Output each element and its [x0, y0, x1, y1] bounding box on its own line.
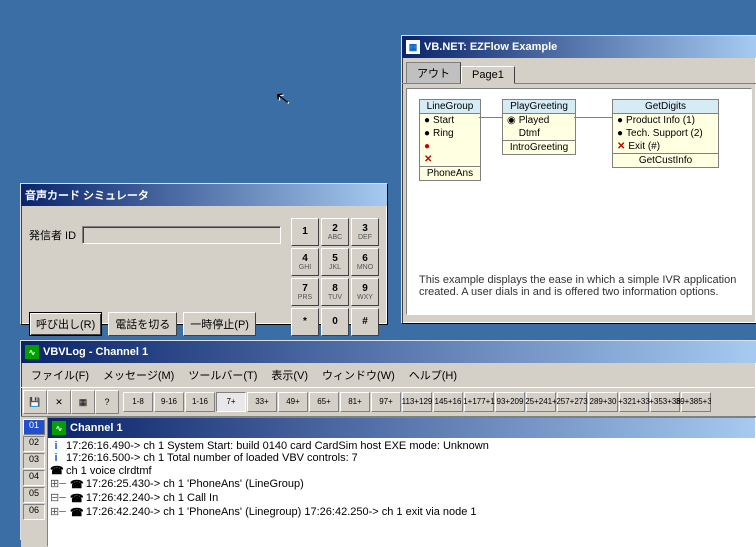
channel-select-05[interactable]: 05: [23, 487, 45, 503]
key-5[interactable]: 5JKL: [321, 248, 349, 276]
key-#[interactable]: #: [351, 308, 379, 336]
menu-view[interactable]: 表示(V): [265, 365, 314, 385]
keypad: 12ABC3DEF 4GHI5JKL6MNO 7PRS8TUV9WXY *0#: [291, 218, 379, 336]
log-line[interactable]: i17:26:16.500-> ch 1 Total number of loa…: [50, 452, 753, 464]
info-icon: i: [50, 440, 62, 452]
simulator-window: 音声カード シミュレータ 発信者 ID 呼び出し(R) 電話を切る 一時停止(P…: [20, 183, 388, 325]
hangup-button[interactable]: 電話を切る: [108, 312, 177, 336]
key-*[interactable]: *: [291, 308, 319, 336]
channel-range-button[interactable]: 1+177+1: [464, 392, 494, 412]
log-panel: ∿ Channel 1 i17:26:16.490-> ch 1 System …: [47, 417, 756, 547]
tab-out[interactable]: アウト: [406, 62, 461, 84]
menu-toolbar[interactable]: ツールバー(T): [182, 365, 263, 385]
channel-range-button[interactable]: 1-8: [123, 392, 153, 412]
channel-range-button[interactable]: 65+: [309, 392, 339, 412]
key-7[interactable]: 7PRS: [291, 278, 319, 306]
delete-button[interactable]: ✕: [47, 390, 71, 414]
connector: [479, 117, 502, 118]
dial-button[interactable]: 呼び出し(R): [29, 312, 102, 336]
window-title: VB.NET: EZFlow Example: [424, 41, 557, 53]
flow-canvas[interactable]: LineGroup ●Start ●Ring ● ✕ PhoneAns Play…: [406, 88, 752, 315]
pause-button[interactable]: 一時停止(P): [183, 312, 256, 336]
channel-range-button[interactable]: 257+273: [557, 392, 587, 412]
key-0[interactable]: 0: [321, 308, 349, 336]
key-8[interactable]: 8TUV: [321, 278, 349, 306]
toolbar: 💾 ✕ ▦ ? 1-89-161-167+33+49+65+81+97+113+…: [21, 387, 756, 417]
channel-range-button[interactable]: 49+: [278, 392, 308, 412]
log-line[interactable]: ⊞─☎17:26:25.430-> ch 1 'PhoneAns' (LineG…: [50, 477, 753, 491]
channel-select-01[interactable]: 01: [23, 419, 45, 435]
window-title: 音声カード シミュレータ: [25, 187, 149, 203]
key-3[interactable]: 3DEF: [351, 218, 379, 246]
phone-icon: ☎: [70, 478, 82, 491]
node-getdigits[interactable]: GetDigits ●Product Info (1) ●Tech. Suppo…: [612, 99, 719, 168]
panel-title: Channel 1: [70, 422, 123, 434]
menu-help[interactable]: ヘルプ(H): [403, 365, 463, 385]
app-icon: ∿: [25, 345, 39, 359]
vbvlog-titlebar[interactable]: ∿ VBVLog - Channel 1: [21, 341, 756, 363]
channel-range-button[interactable]: 7+: [216, 392, 246, 412]
save-button[interactable]: 💾: [23, 390, 47, 414]
key-2[interactable]: 2ABC: [321, 218, 349, 246]
log-line[interactable]: ⊟─☎17:26:42.240-> ch 1 Call In: [50, 491, 753, 505]
key-9[interactable]: 9WXY: [351, 278, 379, 306]
phone-icon: ☎: [70, 506, 82, 519]
help-button[interactable]: ?: [95, 390, 119, 414]
simulator-titlebar[interactable]: 音声カード シミュレータ: [21, 184, 387, 206]
channel-range-button[interactable]: 25+241+: [526, 392, 556, 412]
caller-id-input[interactable]: [82, 226, 281, 244]
app-icon: ▦: [406, 40, 420, 54]
phone-icon: ☎: [50, 464, 62, 477]
caller-id-label: 発信者 ID: [29, 227, 76, 243]
connector: [574, 117, 612, 118]
channel-select-04[interactable]: 04: [23, 470, 45, 486]
channel-select-02[interactable]: 02: [23, 436, 45, 452]
example-caption: This example displays the ease in which …: [419, 274, 739, 298]
mouse-cursor: [274, 87, 292, 110]
menubar: ファイル(F) メッセージ(M) ツールバー(T) 表示(V) ウィンドウ(W)…: [21, 363, 756, 387]
log-line[interactable]: ⊞─☎17:26:42.240-> ch 1 'PhoneAns' (Lineg…: [50, 505, 753, 519]
channel-range-button[interactable]: 93+209: [495, 392, 525, 412]
vbvlog-window: ∿ VBVLog - Channel 1 ファイル(F) メッセージ(M) ツー…: [20, 340, 756, 540]
key-6[interactable]: 6MNO: [351, 248, 379, 276]
phone-icon: ☎: [70, 492, 82, 505]
menu-window[interactable]: ウィンドウ(W): [316, 365, 401, 385]
node-linegroup[interactable]: LineGroup ●Start ●Ring ● ✕ PhoneAns: [419, 99, 481, 181]
channel-range-button[interactable]: 113+129: [402, 392, 432, 412]
channel-select-06[interactable]: 06: [23, 504, 45, 520]
channel-range-button[interactable]: 289+30: [588, 392, 618, 412]
channel-range-button[interactable]: 97+: [371, 392, 401, 412]
info-icon: i: [50, 452, 62, 464]
channel-range-button[interactable]: 145+16: [433, 392, 463, 412]
channel-select-03[interactable]: 03: [23, 453, 45, 469]
log-lines[interactable]: i17:26:16.490-> ch 1 System Start: build…: [48, 438, 755, 546]
menu-file[interactable]: ファイル(F): [25, 365, 95, 385]
menu-message[interactable]: メッセージ(M): [97, 365, 180, 385]
channel-range-button[interactable]: 9-16: [154, 392, 184, 412]
channel-range-button[interactable]: 33+: [247, 392, 277, 412]
key-4[interactable]: 4GHI: [291, 248, 319, 276]
tab-page1[interactable]: Page1: [461, 66, 515, 84]
ezflow-titlebar[interactable]: ▦ VB.NET: EZFlow Example: [402, 36, 756, 58]
window-title: VBVLog - Channel 1: [43, 346, 148, 358]
channel-range-button[interactable]: +321+33: [619, 392, 649, 412]
panel-icon: ∿: [52, 421, 66, 435]
log-line[interactable]: ☎ch 1 voice clrdtmf: [50, 464, 753, 477]
channel-range-button[interactable]: 1-16: [185, 392, 215, 412]
node-playgreeting[interactable]: PlayGreeting ◉Played ◉Dtmf IntroGreeting: [502, 99, 576, 155]
grid-button[interactable]: ▦: [71, 390, 95, 414]
log-line[interactable]: i17:26:16.490-> ch 1 System Start: build…: [50, 440, 753, 452]
channel-range-button[interactable]: 39+385+38: [681, 392, 711, 412]
key-1[interactable]: 1: [291, 218, 319, 246]
channel-range-button[interactable]: 81+: [340, 392, 370, 412]
channel-column: 010203040506: [21, 417, 47, 547]
ezflow-window: ▦ VB.NET: EZFlow Example アウト Page1 LineG…: [401, 35, 756, 324]
